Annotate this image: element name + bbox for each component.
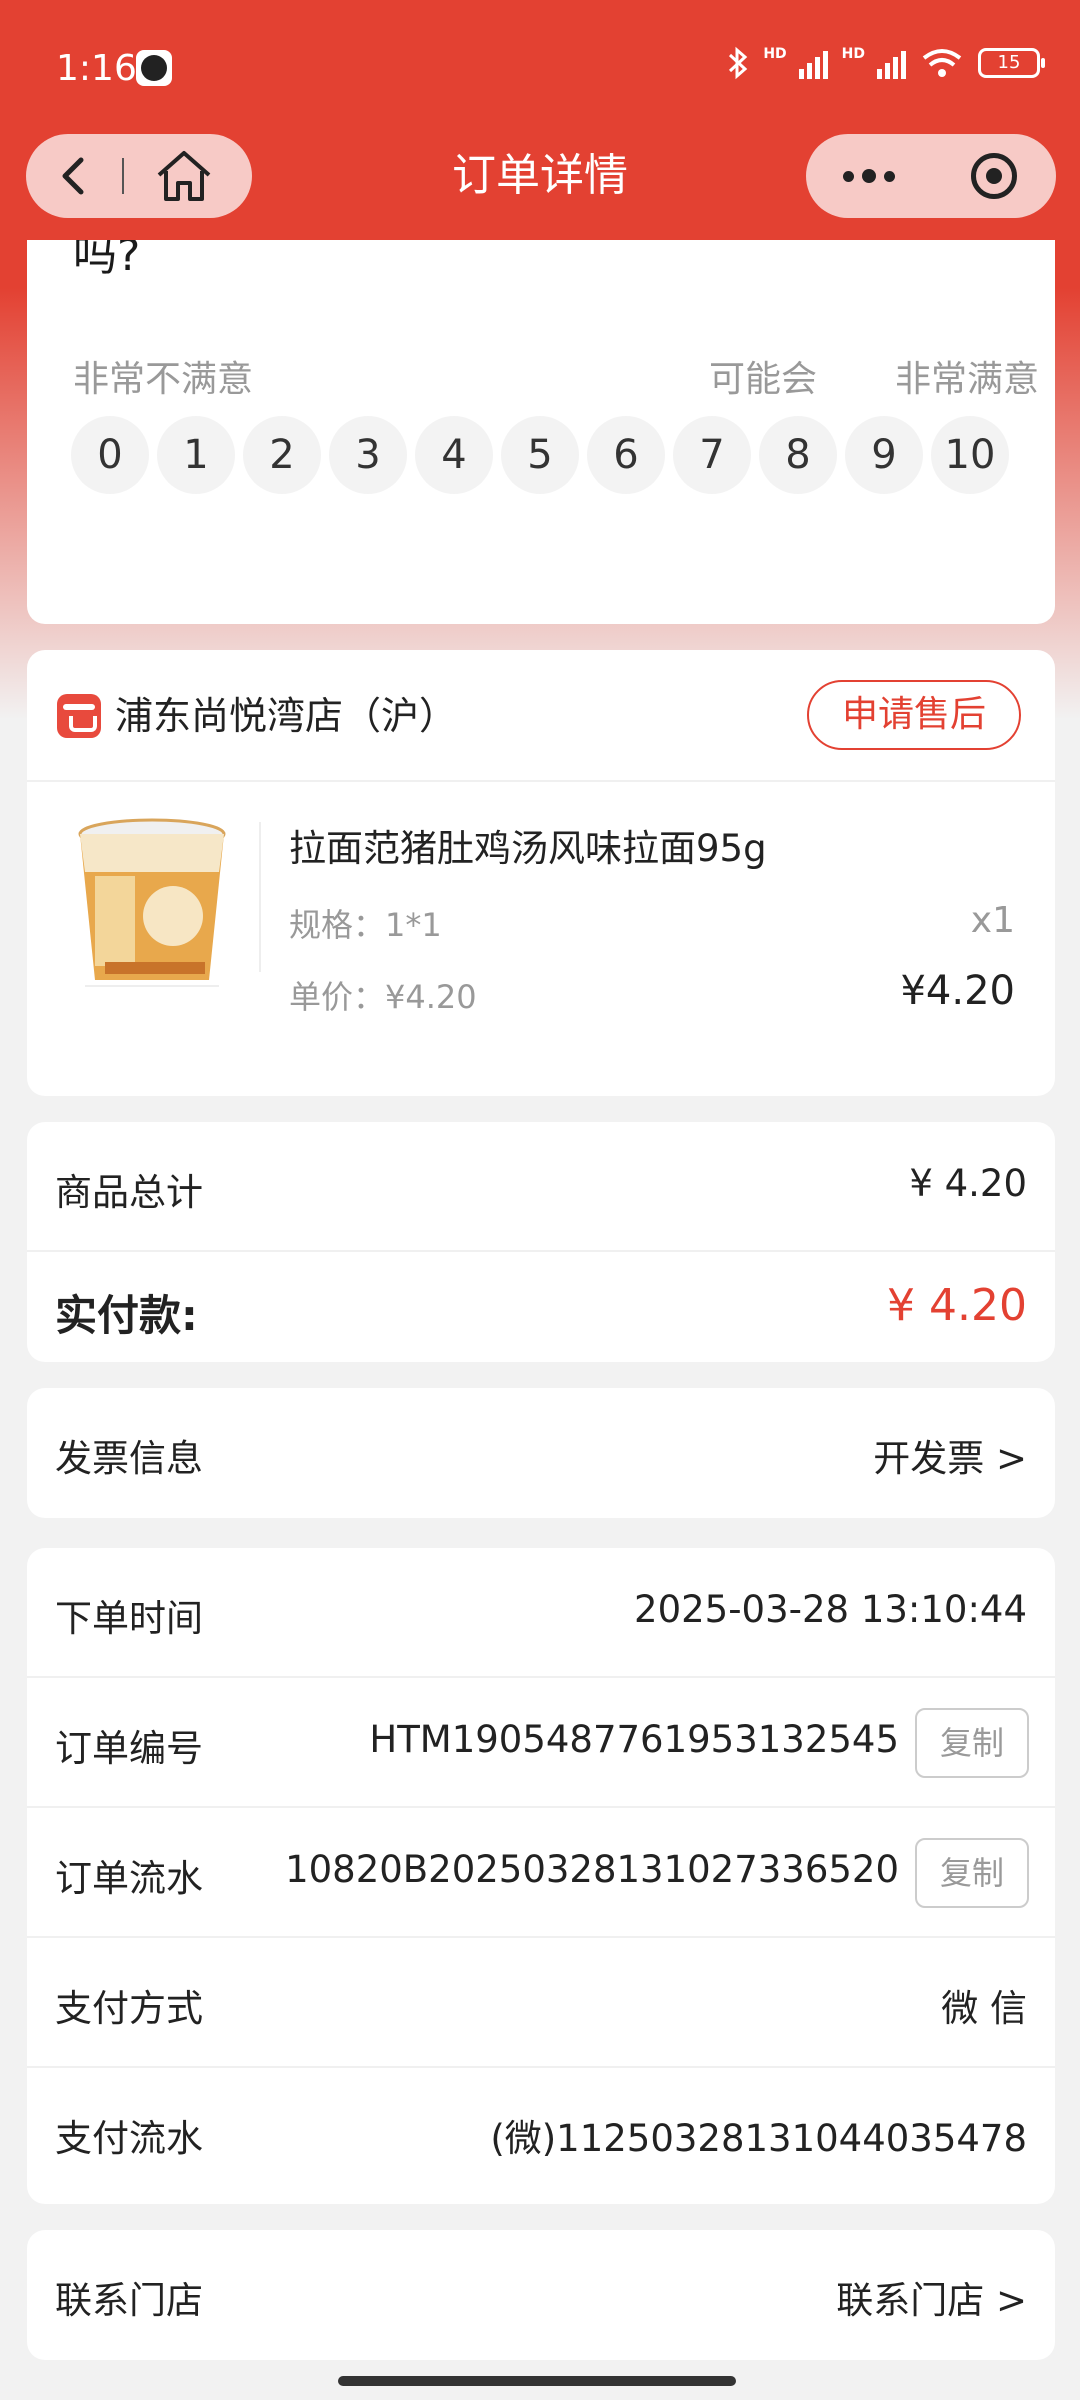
order-number-label: 订单编号 xyxy=(55,1727,203,1770)
order-info-card: 下单时间 2025-03-28 13:10:44 订单编号 HTM1905487… xyxy=(27,1548,1055,2204)
bluetooth-icon xyxy=(729,46,748,80)
label-maybe: 可能会 xyxy=(709,359,818,400)
status-icons: HD HD 15 xyxy=(727,46,1045,80)
subtotal-row: 商品总计 ¥ 4.20 xyxy=(27,1122,1055,1252)
back-button[interactable] xyxy=(26,134,122,218)
order-serial-row: 订单流水 10820B20250328131027336520 复制 xyxy=(27,1808,1055,1938)
signal-icon xyxy=(798,47,828,79)
battery-icon: 15 xyxy=(978,48,1045,78)
invoice-card[interactable]: 发票信息 开发票 > xyxy=(27,1388,1055,1518)
product-unit-price: 单价：¥4.20 xyxy=(289,978,477,1016)
chevron-left-icon xyxy=(62,157,84,195)
payment-serial-label: 支付流水 xyxy=(55,2117,203,2160)
score-button[interactable]: 8 xyxy=(759,416,837,494)
home-button[interactable] xyxy=(124,134,244,218)
mini-program-capsule xyxy=(806,134,1056,218)
payment-serial-value: (微)112503281310440354​78 xyxy=(490,2117,1027,2160)
label-very-satisfied: 非常满意 xyxy=(894,359,1039,400)
totals-card: 商品总计 ¥ 4.20 实付款: ¥ 4.20 xyxy=(27,1122,1055,1362)
score-button[interactable]: 0 xyxy=(71,416,149,494)
payment-method-row: 支付方式 微 信 xyxy=(27,1938,1055,2068)
image-divider xyxy=(259,822,261,972)
hd-icon-2: HD xyxy=(841,46,865,62)
score-button[interactable]: 3 xyxy=(329,416,407,494)
order-items-card: 浦东尚悦湾店（沪） 申请售后 拉面范猪肚鸡汤风味拉面95g 规格：1*1 x1 … xyxy=(27,650,1055,1096)
order-serial-label: 订单流水 xyxy=(55,1857,203,1900)
score-button[interactable]: 2 xyxy=(243,416,321,494)
contact-store-link[interactable]: 联系门店 > xyxy=(836,2270,1027,2324)
order-time-label: 下单时间 xyxy=(55,1597,203,1640)
page-title: 订单详情 xyxy=(452,150,628,201)
copy-order-number-button[interactable]: 复制 xyxy=(915,1708,1029,1778)
score-button[interactable]: 7 xyxy=(673,416,751,494)
payment-method-label: 支付方式 xyxy=(55,1987,203,2030)
target-icon xyxy=(970,153,1017,199)
order-serial-value: 10820B20250328131027336520 xyxy=(285,1848,899,1891)
scroll-content[interactable]: 基于最近一次购买，您愿意向其他人推荐好特卖吗? 非常不满意 可能会 非常满意 0… xyxy=(0,240,1080,2400)
status-bar: 1:16 HD HD 15 xyxy=(0,0,1080,134)
more-button[interactable] xyxy=(806,134,931,218)
product-name: 拉面范猪肚鸡汤风味拉面95g xyxy=(289,827,767,870)
contact-store-row[interactable]: 联系门店 联系门店 > xyxy=(27,2230,1055,2360)
invoice-row[interactable]: 发票信息 开发票 > xyxy=(27,1388,1055,1518)
payment-method-value: 微 信 xyxy=(941,1987,1027,2030)
order-time-value: 2025-03-28 13:10:44 xyxy=(634,1588,1027,1631)
hd-icon: HD xyxy=(763,46,787,62)
issue-invoice-link[interactable]: 开发票 > xyxy=(873,1428,1027,1482)
wifi-icon xyxy=(922,49,962,77)
score-button[interactable]: 1 xyxy=(157,416,235,494)
survey-question: 基于最近一次购买，您愿意向其他人推荐好特卖吗? xyxy=(73,240,141,281)
score-button[interactable]: 10 xyxy=(931,416,1009,494)
subtotal-value: ¥ 4.20 xyxy=(909,1162,1027,1205)
product-spec: 规格：1*1 xyxy=(289,906,442,944)
status-time: 1:16 xyxy=(56,48,137,89)
score-button[interactable]: 6 xyxy=(587,416,665,494)
after-sale-button[interactable]: 申请售后 xyxy=(807,680,1021,750)
product-quantity: x1 xyxy=(970,900,1015,941)
store-name: 浦东尚悦湾店（沪） xyxy=(115,694,458,738)
copy-order-serial-button[interactable]: 复制 xyxy=(915,1838,1029,1908)
paid-label: 实付款: xyxy=(55,1291,198,1340)
store-row: 浦东尚悦湾店（沪） 申请售后 xyxy=(27,650,1055,782)
home-indicator[interactable] xyxy=(338,2376,736,2386)
product-image[interactable] xyxy=(65,812,239,988)
score-button[interactable]: 4 xyxy=(415,416,493,494)
score-row: 0 1 2 3 4 5 6 7 8 9 10 xyxy=(71,416,1009,494)
payment-serial-row: 支付流水 (微)112503281310440354​78 xyxy=(27,2068,1055,2198)
paid-value: ¥ 4.20 xyxy=(887,1280,1027,1331)
contact-store-label: 联系门店 xyxy=(55,2279,203,2322)
nav-left-group xyxy=(26,134,252,218)
close-button[interactable] xyxy=(931,134,1056,218)
order-number-value: HTM1905487761953132545 xyxy=(369,1718,899,1761)
survey-scale-labels: 非常不满意 可能会 非常满意 xyxy=(73,350,1039,400)
signal-icon-2 xyxy=(877,47,906,79)
survey-card: 基于最近一次购买，您愿意向其他人推荐好特卖吗? 非常不满意 可能会 非常满意 0… xyxy=(27,240,1055,624)
score-button[interactable]: 5 xyxy=(501,416,579,494)
clock-app-icon xyxy=(136,50,172,86)
store-icon xyxy=(57,694,101,738)
invoice-label: 发票信息 xyxy=(55,1437,203,1480)
home-icon xyxy=(157,151,211,201)
order-time-row: 下单时间 2025-03-28 13:10:44 xyxy=(27,1548,1055,1678)
product-line-total: ¥4.20 xyxy=(900,968,1015,1014)
order-number-row: 订单编号 HTM1905487761953132545 复制 xyxy=(27,1678,1055,1808)
paid-row: 实付款: ¥ 4.20 xyxy=(27,1252,1055,1362)
subtotal-label: 商品总计 xyxy=(55,1171,203,1214)
contact-store-card[interactable]: 联系门店 联系门店 > xyxy=(27,2230,1055,2360)
score-button[interactable]: 9 xyxy=(845,416,923,494)
label-very-unsatisfied: 非常不满意 xyxy=(73,359,254,400)
